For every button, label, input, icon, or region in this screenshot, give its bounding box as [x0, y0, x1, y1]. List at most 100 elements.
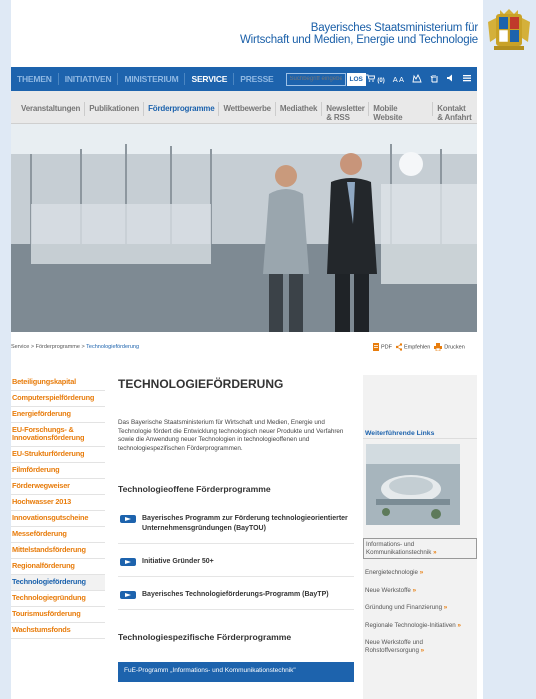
- pdf-label: PDF: [381, 344, 392, 351]
- cart-icon[interactable]: (0): [366, 74, 385, 84]
- chevron-right-icon: »: [443, 604, 448, 611]
- arrow-icon: [120, 590, 136, 599]
- subnav-mediathek[interactable]: Mediathek: [276, 104, 321, 113]
- section-title: Technologieoffene Förderprogramme: [118, 483, 271, 494]
- pdf-link[interactable]: PDF: [373, 343, 392, 351]
- breadcrumb-current: Technologieförderung: [86, 344, 140, 350]
- speaker-icon[interactable]: [447, 74, 455, 84]
- breadcrumb-item[interactable]: Service: [11, 344, 29, 350]
- share-icon: [396, 343, 402, 351]
- topnav-themen[interactable]: THEMEN: [11, 67, 58, 91]
- hand-icon[interactable]: [430, 74, 439, 85]
- chevron-right-icon: »: [412, 586, 417, 594]
- leftnav-item[interactable]: Messeförderung: [11, 527, 105, 543]
- related-link-label: Regionale Technologie-Initiativen: [365, 621, 456, 629]
- leftnav-item[interactable]: Beteiligungskapital: [11, 375, 105, 391]
- breadcrumb-item[interactable]: Förderprogramme: [36, 344, 80, 350]
- subnav-foerderprogramme[interactable]: Förderprogramme: [144, 104, 218, 113]
- breadcrumb-separator: >: [81, 344, 85, 350]
- related-link[interactable]: Regionale Technologie-Initiativen »: [363, 622, 477, 630]
- pdf-icon: [373, 343, 379, 351]
- arrow-icon: [120, 557, 136, 566]
- chevron-right-icon: »: [457, 621, 461, 629]
- ministry-line-1: Bayerisches Staatsministerium für: [310, 22, 478, 34]
- subnav-newsletter[interactable]: Newsletter & RSS: [322, 104, 368, 122]
- related-link-label: Informations- und Kommunikationstechnik: [366, 541, 432, 556]
- leftnav-item[interactable]: Förderwegweiser: [11, 479, 105, 495]
- breadcrumb: Service > Förderprogramme > Technologief…: [11, 344, 139, 350]
- related-link-label: Gründung und Finanzierung: [365, 604, 443, 611]
- related-link-label: Neue Werkstoffe: [365, 586, 411, 594]
- program-link[interactable]: FuE-Programm „Informations- und Kommunik…: [118, 661, 354, 682]
- print-link[interactable]: Drucken: [434, 343, 465, 351]
- leftnav-item[interactable]: Mittelstandsförderung: [11, 543, 105, 559]
- building-thumbnail: [366, 444, 460, 525]
- page-title: TECHNOLOGIEFÖRDERUNG: [118, 377, 284, 391]
- leftnav-item[interactable]: Technologiegründung: [11, 591, 105, 607]
- right-sidebar: Weiterführende Links Informations- und K…: [363, 375, 477, 699]
- page-actions: PDF Empfehlen Drucken: [373, 343, 465, 351]
- leftnav-item[interactable]: Wachstumsfonds: [11, 623, 105, 639]
- coat-of-arms-logo: [488, 9, 530, 50]
- section-title: Technologiespezifische Förderprogramme: [118, 631, 292, 642]
- recommend-link[interactable]: Empfehlen: [396, 343, 430, 351]
- recommend-label: Empfehlen: [404, 344, 431, 351]
- breadcrumb-separator: >: [30, 344, 35, 350]
- program-link[interactable]: Initiative Gründer 50+: [118, 557, 354, 577]
- arrow-icon: [120, 514, 136, 523]
- subnav-kontakt[interactable]: Kontakt & Anfahrt: [433, 104, 477, 122]
- leftnav-item[interactable]: Filmförderung: [11, 463, 105, 479]
- cart-count: (0): [377, 78, 385, 84]
- related-link[interactable]: Neue Werkstoffe »: [363, 587, 477, 595]
- leftnav-item[interactable]: Hochwasser 2013: [11, 495, 105, 511]
- lab-scene-illustration: [11, 124, 477, 332]
- related-link[interactable]: Neue Werkstoffe und Rohstoffversorgung »: [363, 639, 477, 654]
- topnav-service[interactable]: SERVICE: [185, 67, 233, 91]
- leftnav-item[interactable]: Energieförderung: [11, 407, 105, 423]
- print-icon: [434, 343, 443, 351]
- subnav-veranstaltungen[interactable]: Veranstaltungen: [17, 104, 84, 113]
- leftnav-item[interactable]: Computerspielförderung: [11, 391, 105, 407]
- ministry-name: Bayerisches Staatsministerium für Wirtsc…: [240, 22, 478, 46]
- search-button[interactable]: LOS: [346, 72, 366, 86]
- subnav-mobile-website[interactable]: Mobile Website: [369, 104, 432, 122]
- chevron-right-icon: »: [419, 569, 424, 576]
- program-label: Initiative Gründer 50+: [142, 557, 214, 565]
- building-illustration: [366, 444, 460, 525]
- font-size-button[interactable]: A A: [393, 75, 404, 84]
- topnav-initiativen[interactable]: INITIATIVEN: [59, 67, 118, 91]
- main-content: TECHNOLOGIEFÖRDERUNG Das Bayerische Staa…: [118, 375, 354, 682]
- leftnav-item[interactable]: EU-Strukturförderung: [11, 447, 105, 463]
- related-link[interactable]: Informations- und Kommunikationstechnik …: [363, 538, 477, 559]
- program-label: Bayerisches Technologieförderungs-Progra…: [142, 590, 329, 598]
- related-links-title: Weiterführende Links: [363, 419, 477, 439]
- chevron-right-icon: »: [420, 646, 425, 654]
- intro-text: Das Bayerische Staatsministerium für Wir…: [118, 419, 344, 453]
- chevron-right-icon: »: [433, 548, 437, 556]
- toolbar: (0) A A: [366, 73, 477, 85]
- program-link[interactable]: Bayerisches Technologieförderungs-Progra…: [118, 590, 354, 610]
- topnav-presse[interactable]: PRESSE: [234, 67, 279, 91]
- print-label: Drucken: [444, 344, 465, 351]
- program-link[interactable]: Bayerisches Programm zur Förderung techn…: [118, 514, 354, 544]
- sign-language-icon[interactable]: [412, 73, 422, 85]
- hero-image: [11, 124, 477, 332]
- topnav-ministerium[interactable]: MINISTERIUM: [118, 67, 184, 91]
- leftnav-item[interactable]: EU-Forschungs- & Innovationsförderung: [11, 423, 105, 447]
- top-navigation: THEMEN INITIATIVEN MINISTERIUM SERVICE P…: [11, 67, 477, 91]
- sub-navigation: Veranstaltungen Publikationen Förderprog…: [11, 91, 477, 124]
- subnav-publikationen[interactable]: Publikationen: [85, 104, 143, 113]
- related-link-label: Neue Werkstoffe und Rohstoffversorgung: [365, 639, 423, 654]
- leftnav-item[interactable]: Tourismusförderung: [11, 607, 105, 623]
- related-link[interactable]: Energietechnologie »: [363, 569, 477, 577]
- leftnav-item[interactable]: Innovationsgutscheine: [11, 511, 105, 527]
- left-navigation: Beteiligungskapital Computerspielförderu…: [11, 375, 105, 639]
- related-link[interactable]: Gründung und Finanzierung »: [363, 604, 477, 612]
- subnav-wettbewerbe[interactable]: Wettbewerbe: [219, 104, 274, 113]
- search-input[interactable]: [285, 72, 346, 86]
- leftnav-item-active[interactable]: Technologieförderung: [11, 575, 105, 591]
- related-link-label: Energietechnologie: [365, 569, 418, 576]
- menu-icon[interactable]: [463, 74, 471, 84]
- leftnav-item[interactable]: Regionalförderung: [11, 559, 105, 575]
- program-label: Bayerisches Programm zur Förderung techn…: [142, 514, 348, 532]
